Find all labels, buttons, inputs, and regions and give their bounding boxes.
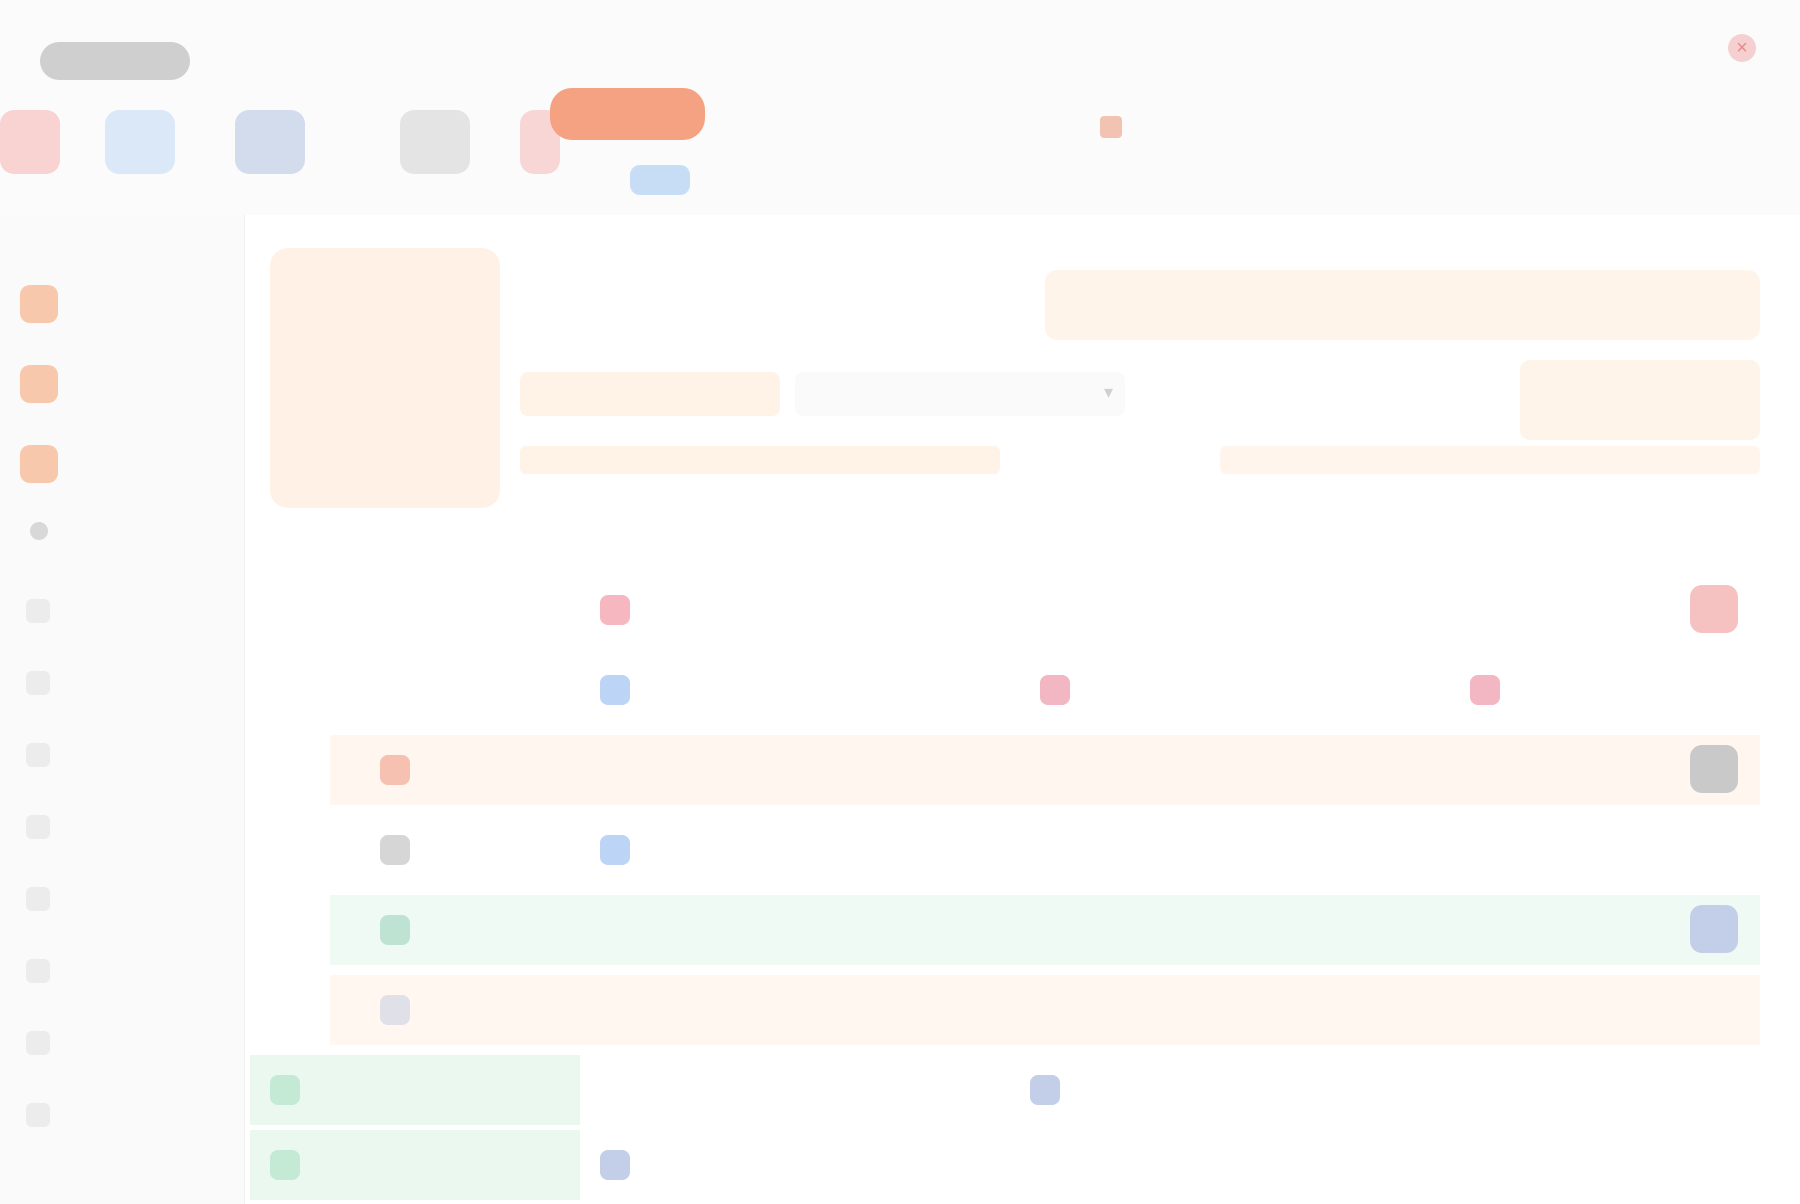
table-row[interactable] xyxy=(330,815,1760,885)
sidebar-row-icon xyxy=(26,1103,50,1127)
status-icon xyxy=(380,835,410,865)
sidebar-row-icon xyxy=(26,671,50,695)
nav-button-4[interactable] xyxy=(400,110,470,174)
status-icon xyxy=(1040,675,1070,705)
header-banner xyxy=(1045,270,1760,340)
sidebar-row-icon xyxy=(26,815,50,839)
status-icon xyxy=(380,755,410,785)
sidebar-item-1[interactable] xyxy=(20,275,220,331)
sidebar-item-icon xyxy=(20,365,58,403)
strip-label xyxy=(1020,446,1100,474)
nav-button-3[interactable] xyxy=(235,110,305,174)
field-c-button[interactable] xyxy=(1520,360,1760,440)
table-row[interactable] xyxy=(330,575,1760,645)
sub-strip xyxy=(520,440,1760,480)
sidebar-row[interactable] xyxy=(0,575,245,647)
nav-button-1[interactable] xyxy=(0,110,60,174)
status-icon xyxy=(380,995,410,1025)
table-row[interactable] xyxy=(250,1130,1760,1200)
table-row[interactable] xyxy=(330,735,1760,805)
sidebar-row-icon xyxy=(26,1031,50,1055)
sidebar-section-header[interactable] xyxy=(30,512,220,552)
strip-block-c xyxy=(1220,446,1760,474)
table-row[interactable] xyxy=(330,655,1760,725)
status-icon xyxy=(1030,1075,1060,1105)
status-icon xyxy=(600,595,630,625)
section-icon xyxy=(30,522,48,540)
status-icon xyxy=(270,1075,300,1105)
close-button[interactable]: × xyxy=(1722,28,1762,68)
sidebar-item-2[interactable] xyxy=(20,355,220,411)
status-icon xyxy=(1470,675,1500,705)
sidebar-row[interactable] xyxy=(0,863,245,935)
hero-card[interactable] xyxy=(270,248,500,508)
close-icon: × xyxy=(1736,37,1748,59)
row-action-button[interactable] xyxy=(1690,905,1738,953)
nav-button-2[interactable] xyxy=(105,110,175,174)
breadcrumb[interactable] xyxy=(1100,108,1580,148)
tab-indicator[interactable] xyxy=(630,165,690,195)
sidebar-row[interactable] xyxy=(0,791,245,863)
breadcrumb-icon xyxy=(1100,116,1122,138)
status-icon xyxy=(600,675,630,705)
sidebar-row-icon xyxy=(26,743,50,767)
status-icon xyxy=(600,835,630,865)
sidebar-item-3[interactable] xyxy=(20,435,220,491)
tab-secondary[interactable] xyxy=(735,110,885,138)
status-icon xyxy=(600,1150,630,1180)
table-row[interactable] xyxy=(330,895,1760,965)
logo-mark xyxy=(40,42,190,80)
sidebar-item-icon xyxy=(20,445,58,483)
sidebar xyxy=(0,215,245,1204)
chevron-down-icon: ▾ xyxy=(1103,382,1113,402)
sidebar-row[interactable] xyxy=(0,935,245,1007)
field-a[interactable] xyxy=(520,372,780,416)
sidebar-row-icon xyxy=(26,887,50,911)
app-logo[interactable] xyxy=(40,28,190,98)
sidebar-row[interactable] xyxy=(0,719,245,791)
strip-block-a xyxy=(520,446,1000,474)
status-icon xyxy=(380,915,410,945)
sidebar-row[interactable] xyxy=(0,647,245,719)
field-b-select[interactable]: ▾ xyxy=(795,372,1125,416)
row-action-button[interactable] xyxy=(1690,585,1738,633)
sidebar-row[interactable] xyxy=(0,1007,245,1079)
row-action-button[interactable] xyxy=(1690,745,1738,793)
tab-active[interactable] xyxy=(550,88,705,140)
table-header xyxy=(300,515,1760,555)
sidebar-row-icon xyxy=(26,599,50,623)
table-row[interactable] xyxy=(250,1055,1760,1125)
table-row[interactable] xyxy=(330,975,1760,1045)
sidebar-row-icon xyxy=(26,959,50,983)
sidebar-row[interactable] xyxy=(0,1079,245,1151)
status-icon xyxy=(270,1150,300,1180)
sidebar-item-icon xyxy=(20,285,58,323)
field-row: ▾ xyxy=(520,360,1760,440)
